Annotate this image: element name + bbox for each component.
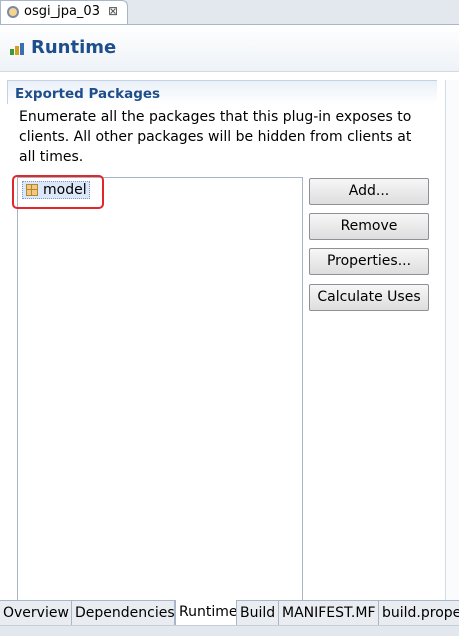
tab-manifest[interactable]: MANIFEST.MF (279, 601, 379, 625)
tab-runtime[interactable]: Runtime (175, 600, 237, 626)
editor-tabbar: osgi_jpa_03 ⊠ (0, 0, 459, 25)
editor-tab-title: osgi_jpa_03 (24, 4, 100, 19)
section-title: Exported Packages (15, 86, 161, 102)
tab-dependencies[interactable]: Dependencies (72, 601, 175, 625)
exported-packages-section: Exported Packages Enumerate all the pack… (7, 80, 437, 605)
add-button[interactable]: Add... (309, 178, 429, 205)
adjacent-section-edge (445, 80, 459, 605)
section-header[interactable]: Exported Packages (7, 80, 437, 104)
properties-button[interactable]: Properties... (309, 248, 429, 275)
plugin-icon (7, 6, 19, 18)
section-description: Enumerate all the packages that this plu… (19, 109, 412, 165)
tab-build[interactable]: Build (237, 601, 279, 625)
package-name: model (43, 182, 87, 198)
tab-build-properties[interactable]: build.prope (379, 601, 459, 625)
page-tabs: Overview Dependencies Runtime Build MANI… (0, 600, 459, 626)
remove-button[interactable]: Remove (309, 213, 429, 240)
list-item[interactable]: model (22, 181, 90, 199)
page-header: Runtime (0, 25, 459, 72)
page-title: Runtime (31, 37, 117, 58)
bottom-strip (0, 625, 459, 636)
tab-overview[interactable]: Overview (0, 601, 72, 625)
package-icon (26, 184, 38, 196)
editor-tab[interactable]: osgi_jpa_03 ⊠ (0, 0, 128, 24)
runtime-icon (10, 43, 24, 55)
packages-list[interactable]: model (17, 177, 303, 605)
calculate-uses-button[interactable]: Calculate Uses (309, 284, 429, 311)
close-icon[interactable]: ⊠ (108, 4, 118, 18)
